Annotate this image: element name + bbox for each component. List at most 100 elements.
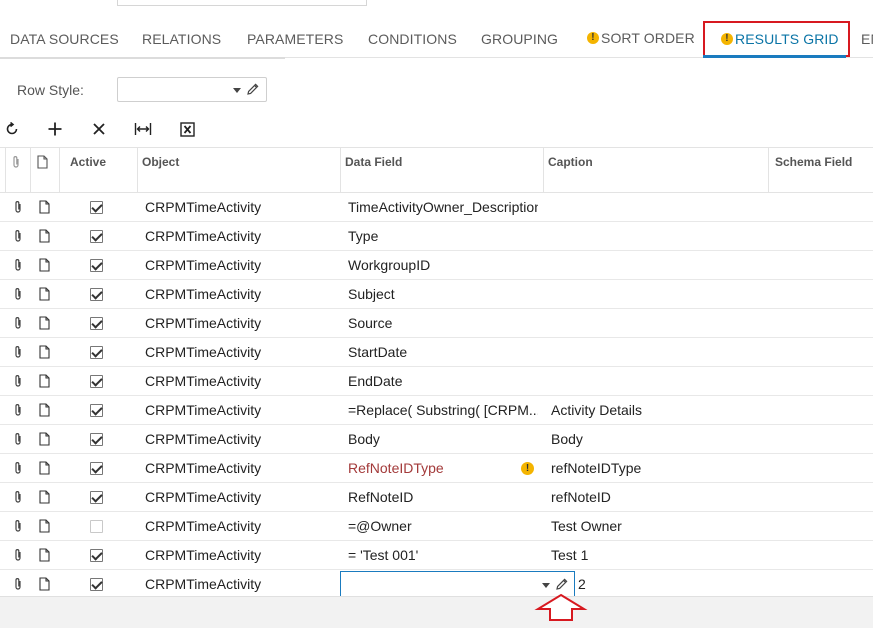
table-row[interactable]: CRPMTimeActivity WorkgroupID xyxy=(0,251,873,280)
table-row[interactable]: CRPMTimeActivity Type xyxy=(0,222,873,251)
paperclip-icon[interactable] xyxy=(10,222,26,250)
data-field-cell[interactable]: Subject xyxy=(348,280,538,308)
paperclip-icon[interactable] xyxy=(10,425,26,453)
checkbox[interactable] xyxy=(89,229,103,243)
paperclip-icon[interactable] xyxy=(10,541,26,569)
refresh-icon[interactable] xyxy=(1,118,23,140)
document-icon[interactable] xyxy=(36,280,52,308)
object-cell[interactable]: CRPMTimeActivity xyxy=(145,367,335,395)
data-field-cell[interactable]: Type xyxy=(348,222,538,250)
fit-columns-icon[interactable] xyxy=(132,118,154,140)
table-row[interactable]: CRPMTimeActivity Source xyxy=(0,309,873,338)
tab-conditions[interactable]: CONDITIONS xyxy=(368,31,457,47)
delete-icon[interactable] xyxy=(88,118,110,140)
tab-parameters[interactable]: PARAMETERS xyxy=(247,31,343,47)
paperclip-icon[interactable] xyxy=(10,512,26,540)
add-icon[interactable] xyxy=(44,118,66,140)
header-active[interactable]: Active xyxy=(59,148,137,193)
active-checkbox[interactable] xyxy=(89,454,103,482)
object-cell[interactable]: CRPMTimeActivity xyxy=(145,251,335,279)
paperclip-icon[interactable] xyxy=(10,193,26,221)
caption-cell[interactable]: Test 1 xyxy=(551,541,761,569)
object-cell[interactable]: CRPMTimeActivity xyxy=(145,512,335,540)
active-checkbox[interactable] xyxy=(89,512,103,540)
object-cell[interactable]: CRPMTimeActivity xyxy=(145,454,335,482)
active-checkbox[interactable] xyxy=(89,570,103,598)
data-field-cell[interactable]: Body xyxy=(348,425,538,453)
table-row[interactable]: CRPMTimeActivity 2 xyxy=(0,570,873,599)
document-icon[interactable] xyxy=(36,309,52,337)
active-checkbox[interactable] xyxy=(89,193,103,221)
active-checkbox[interactable] xyxy=(89,251,103,279)
checkbox[interactable] xyxy=(89,345,103,359)
checkbox[interactable] xyxy=(89,490,103,504)
tab-more[interactable]: EN xyxy=(861,31,873,47)
data-field-cell[interactable]: RefNoteID xyxy=(348,483,538,511)
tab-grouping[interactable]: GROUPING xyxy=(481,31,558,47)
header-object[interactable]: Object xyxy=(137,148,340,193)
table-row[interactable]: CRPMTimeActivity Subject xyxy=(0,280,873,309)
header-attachment[interactable] xyxy=(5,148,30,193)
caption-cell[interactable] xyxy=(551,338,761,366)
checkbox[interactable] xyxy=(89,316,103,330)
document-icon[interactable] xyxy=(36,570,52,598)
data-field-cell[interactable]: StartDate xyxy=(348,338,538,366)
checkbox[interactable] xyxy=(89,548,103,562)
header-caption[interactable]: Caption xyxy=(543,148,768,193)
table-row[interactable]: CRPMTimeActivity RefNoteID refNoteID xyxy=(0,483,873,512)
data-field-cell[interactable]: RefNoteIDType xyxy=(348,454,538,482)
data-field-cell[interactable]: = 'Test 001' xyxy=(348,541,538,569)
paperclip-icon[interactable] xyxy=(10,483,26,511)
document-icon[interactable] xyxy=(36,541,52,569)
table-row[interactable]: CRPMTimeActivity TimeActivityOwner_Descri… xyxy=(0,193,873,222)
data-field-cell[interactable]: Source xyxy=(348,309,538,337)
object-cell[interactable]: CRPMTimeActivity xyxy=(145,425,335,453)
chevron-down-icon[interactable] xyxy=(233,88,241,93)
data-field-cell[interactable]: TimeActivityOwner_Description xyxy=(348,193,538,221)
paperclip-icon[interactable] xyxy=(10,367,26,395)
object-cell[interactable]: CRPMTimeActivity xyxy=(145,570,335,598)
tab-data-sources[interactable]: DATA SOURCES xyxy=(10,31,119,47)
active-checkbox[interactable] xyxy=(89,280,103,308)
object-cell[interactable]: CRPMTimeActivity xyxy=(145,483,335,511)
caption-cell[interactable] xyxy=(551,280,761,308)
paperclip-icon[interactable] xyxy=(10,309,26,337)
document-icon[interactable] xyxy=(36,425,52,453)
object-cell[interactable]: CRPMTimeActivity xyxy=(145,396,335,424)
active-checkbox[interactable] xyxy=(89,367,103,395)
tab-relations[interactable]: RELATIONS xyxy=(142,31,221,47)
caption-cell[interactable]: refNoteIDType xyxy=(551,454,761,482)
document-icon[interactable] xyxy=(36,367,52,395)
checkbox[interactable] xyxy=(89,403,103,417)
paperclip-icon[interactable] xyxy=(10,570,26,598)
pencil-icon[interactable] xyxy=(246,82,260,101)
table-row[interactable]: CRPMTimeActivity RefNoteIDType! refNoteIDT… xyxy=(0,454,873,483)
paperclip-icon[interactable] xyxy=(10,280,26,308)
object-cell[interactable]: CRPMTimeActivity xyxy=(145,309,335,337)
data-field-cell[interactable]: =@Owner xyxy=(348,512,538,540)
active-checkbox[interactable] xyxy=(89,425,103,453)
table-row[interactable]: CRPMTimeActivity =Replace( Substring( [CR… xyxy=(0,396,873,425)
table-row[interactable]: CRPMTimeActivity =@Owner Test Owner xyxy=(0,512,873,541)
paperclip-icon[interactable] xyxy=(10,396,26,424)
active-checkbox[interactable] xyxy=(89,338,103,366)
active-checkbox[interactable] xyxy=(89,309,103,337)
object-cell[interactable]: CRPMTimeActivity xyxy=(145,222,335,250)
tab-sort-order[interactable]: ! SORT ORDER xyxy=(587,30,695,46)
header-data-field[interactable]: Data Field xyxy=(340,148,543,193)
checkbox[interactable] xyxy=(89,519,103,533)
caption-cell[interactable] xyxy=(551,193,761,221)
caption-cell[interactable] xyxy=(551,222,761,250)
caption-cell[interactable]: refNoteID xyxy=(551,483,761,511)
document-icon[interactable] xyxy=(36,222,52,250)
table-row[interactable]: CRPMTimeActivity StartDate xyxy=(0,338,873,367)
data-field-cell[interactable]: EndDate xyxy=(348,367,538,395)
object-cell[interactable]: CRPMTimeActivity xyxy=(145,541,335,569)
object-cell[interactable]: CRPMTimeActivity xyxy=(145,280,335,308)
header-schema-field[interactable]: Schema Field xyxy=(768,148,873,193)
caption-cell[interactable]: Body xyxy=(551,425,761,453)
caption-cell[interactable] xyxy=(551,309,761,337)
paperclip-icon[interactable] xyxy=(10,454,26,482)
active-checkbox[interactable] xyxy=(89,396,103,424)
chevron-down-icon[interactable] xyxy=(542,583,550,588)
